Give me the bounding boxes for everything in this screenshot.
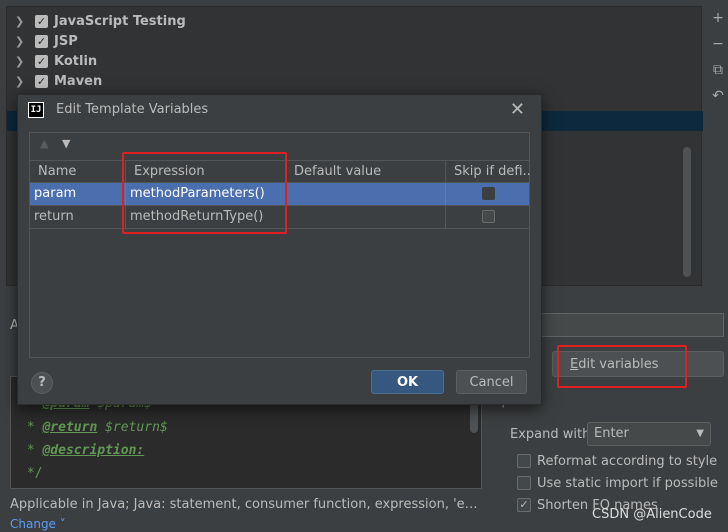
code-line: */: [19, 466, 43, 481]
intellij-logo-icon: IJ: [28, 102, 44, 118]
column-header-skip[interactable]: Skip if defi...: [446, 161, 530, 183]
code-line: * @description:: [19, 443, 145, 458]
option-label: Use static import if possible: [537, 475, 718, 491]
tree-item-checkbox[interactable]: ✓: [35, 14, 48, 28]
option-label: Reformat according to style: [537, 453, 718, 469]
watermark: CSDN @AlienCode: [592, 507, 712, 522]
change-context-link[interactable]: Change ˅: [10, 517, 66, 531]
tree-item-label: Maven: [54, 73, 103, 89]
cell-default-value[interactable]: [286, 206, 446, 228]
cell-skip[interactable]: [446, 183, 530, 205]
move-down-icon[interactable]: ▼: [62, 137, 70, 150]
move-up-icon[interactable]: ▲: [40, 137, 48, 150]
column-header-default-value[interactable]: Default value: [286, 161, 446, 183]
dialog-title-bar: IJ Edit Template Variables ✕: [18, 95, 541, 125]
ok-button[interactable]: OK: [371, 370, 444, 394]
tree-item-maven[interactable]: ❯ ✓ Maven: [15, 71, 102, 91]
tree-toolbar: + − ⧉ ↶: [708, 10, 728, 114]
option-checkbox[interactable]: [517, 454, 531, 468]
tree-item-checkbox[interactable]: ✓: [35, 74, 48, 88]
description-field[interactable]: [540, 313, 724, 337]
annotation-highlight-edit-variables: [557, 345, 687, 388]
chevron-right-icon[interactable]: ❯: [15, 35, 29, 48]
remove-icon[interactable]: −: [708, 36, 728, 62]
expand-with-label: Expand with: [510, 427, 591, 442]
tree-item-label: JSP: [54, 33, 78, 49]
tree-item-checkbox[interactable]: ✓: [35, 54, 48, 68]
expand-with-value: Enter: [594, 426, 629, 441]
chevron-right-icon[interactable]: ❯: [15, 75, 29, 88]
skip-checkbox[interactable]: [482, 187, 495, 200]
option-checkbox[interactable]: [517, 476, 531, 490]
option-static-import[interactable]: Use static import if possible: [517, 473, 718, 493]
expand-with-select[interactable]: Enter ▼: [587, 422, 711, 446]
skip-checkbox[interactable]: [482, 210, 495, 223]
revert-icon[interactable]: ↶: [708, 88, 728, 114]
chevron-right-icon[interactable]: ❯: [15, 15, 29, 28]
tree-item-kotlin[interactable]: ❯ ✓ Kotlin: [15, 51, 97, 71]
help-button[interactable]: ?: [31, 372, 53, 394]
close-icon[interactable]: ✕: [510, 99, 525, 120]
cell-name[interactable]: return: [30, 206, 126, 228]
tree-item-jsp[interactable]: ❯ ✓ JSP: [15, 31, 78, 51]
add-icon[interactable]: +: [708, 10, 728, 36]
code-line: * @return $return$: [19, 420, 168, 435]
tree-item-javascript-testing[interactable]: ❯ ✓ JavaScript Testing: [15, 11, 186, 31]
cell-name[interactable]: param: [30, 183, 126, 205]
tree-item-label: Kotlin: [54, 53, 98, 69]
option-reformat[interactable]: Reformat according to style: [517, 451, 717, 471]
dialog-title: Edit Template Variables: [56, 102, 209, 117]
cell-default-value[interactable]: [286, 183, 446, 205]
cell-skip[interactable]: [446, 206, 530, 228]
chevron-right-icon[interactable]: ❯: [15, 55, 29, 68]
tree-item-checkbox[interactable]: ✓: [35, 34, 48, 48]
chevron-down-icon: ▼: [696, 428, 704, 439]
tree-scrollbar[interactable]: [683, 147, 691, 277]
cancel-button[interactable]: Cancel: [456, 370, 527, 394]
applicable-context-text: Applicable in Java; Java: statement, con…: [10, 497, 480, 512]
annotation-highlight-expression: [122, 152, 287, 234]
edit-template-variables-dialog: IJ Edit Template Variables ✕ ▲ ▼ Name Ex…: [17, 94, 542, 405]
copy-icon[interactable]: ⧉: [708, 62, 728, 88]
option-checkbox[interactable]: ✓: [517, 498, 531, 512]
column-header-name[interactable]: Name: [30, 161, 126, 183]
tree-item-label: JavaScript Testing: [54, 13, 186, 29]
